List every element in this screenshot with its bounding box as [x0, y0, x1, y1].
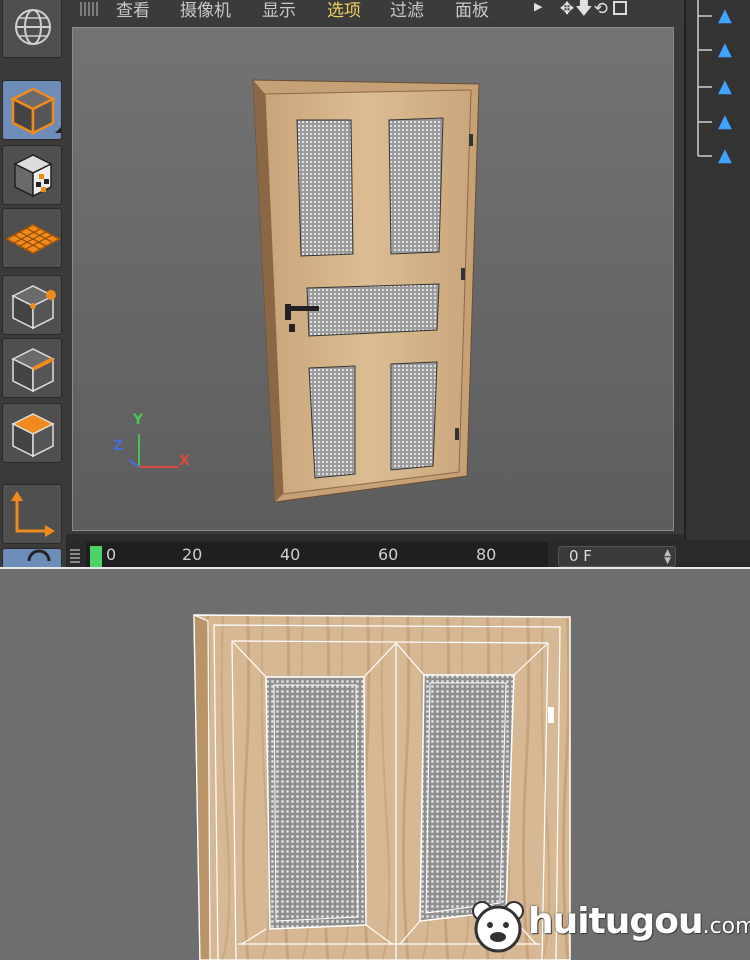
menu-view[interactable]: 查看	[116, 0, 150, 21]
edge-cube-icon	[11, 348, 55, 393]
current-frame-value: 0 F	[569, 547, 592, 565]
arrow-down-icon[interactable]: 🡇	[575, 0, 593, 19]
point-cube-icon	[11, 285, 56, 330]
object-row[interactable]: ▲	[700, 77, 750, 97]
axis-z-label: Z	[113, 438, 124, 454]
move-arrows-icon[interactable]: ✥	[560, 0, 575, 19]
frame-spinner-icon[interactable]: ▲ ▼	[664, 549, 671, 566]
object-manager: ▲ ▲ ▲ ▲ ▲	[684, 0, 750, 567]
timeline-tick: 20	[182, 545, 203, 564]
axis-y-label: Y	[133, 412, 144, 428]
timeline-tick: 60	[378, 545, 399, 564]
globe-icon	[15, 9, 51, 45]
rotate-icon[interactable]: ⟲	[594, 0, 609, 19]
triangle-mesh-icon: ▲	[718, 111, 732, 132]
object-row[interactable]: ▲	[700, 6, 750, 26]
axis-icon	[11, 491, 55, 537]
menu-display[interactable]: 显示	[262, 0, 296, 21]
checker-cube-icon	[13, 154, 53, 198]
menu-grip-handle[interactable]	[80, 2, 100, 16]
watermark-name: huitugou	[528, 901, 704, 942]
bear-face-icon	[472, 901, 524, 953]
c4d-window: 查看 摄像机 显示 选项 过滤 面板 ▶ ✥🡇⟲ Y X Z ▲ ▲ ▲ ▲ ▲…	[0, 0, 750, 567]
texture-tool-button[interactable]	[2, 145, 62, 205]
grid-plane-icon	[5, 224, 61, 254]
timeline-grip-handle[interactable]	[70, 549, 80, 563]
menu-camera[interactable]: 摄像机	[180, 0, 231, 21]
triangle-mesh-icon: ▲	[718, 145, 732, 166]
wireframe-closeup: huitugou.com	[0, 569, 750, 960]
edges-mode-button[interactable]	[2, 338, 62, 398]
menu-filter[interactable]: 过滤	[390, 0, 424, 21]
timeline-tick: 0	[106, 545, 117, 564]
perspective-viewport[interactable]: Y X Z	[72, 27, 674, 531]
magnet-icon	[27, 549, 51, 562]
timeline-tick: 40	[280, 545, 301, 564]
menu-options[interactable]: 选项	[327, 0, 361, 21]
object-row[interactable]: ▲	[700, 146, 750, 166]
workplane-tool-button[interactable]	[2, 208, 62, 268]
watermark: huitugou.com	[470, 899, 750, 955]
watermark-text: huitugou.com	[528, 901, 750, 942]
points-mode-button[interactable]	[2, 275, 62, 335]
snap-tool-button[interactable]	[2, 548, 62, 567]
triangle-mesh-icon: ▲	[718, 5, 732, 26]
polygon-cube-icon	[11, 413, 55, 458]
cube-tool-button[interactable]	[2, 80, 62, 140]
current-frame-field[interactable]: 0 F ▲ ▼	[558, 546, 676, 567]
globe-tool-button[interactable]	[2, 0, 62, 58]
triangle-mesh-icon: ▲	[718, 76, 732, 97]
timeline-tick: 80	[476, 545, 497, 564]
axis-x-label: X	[179, 453, 190, 469]
object-row[interactable]: ▲	[700, 112, 750, 132]
watermark-suffix: .com	[702, 914, 750, 939]
timeline-ruler[interactable]: 0 20 40 60 80	[86, 542, 548, 567]
triangle-mesh-icon: ▲	[718, 39, 732, 60]
menu-panel[interactable]: 面板	[455, 0, 489, 21]
timeline-playhead[interactable]	[90, 546, 102, 567]
axis-tool-button[interactable]	[2, 484, 62, 544]
cube-icon	[10, 87, 61, 136]
object-row[interactable]: ▲	[700, 40, 750, 60]
timeline: 0 20 40 60 80 0 F ▲ ▼	[66, 540, 750, 567]
fullscreen-icon[interactable]	[612, 1, 627, 15]
viewport-menubar: 查看 摄像机 显示 选项 过滤 面板 ▶ ✥🡇⟲	[66, 0, 684, 22]
polygons-mode-button[interactable]	[2, 403, 62, 463]
left-toolbar	[0, 0, 66, 567]
triangle-right-icon[interactable]: ▶	[534, 0, 543, 13]
